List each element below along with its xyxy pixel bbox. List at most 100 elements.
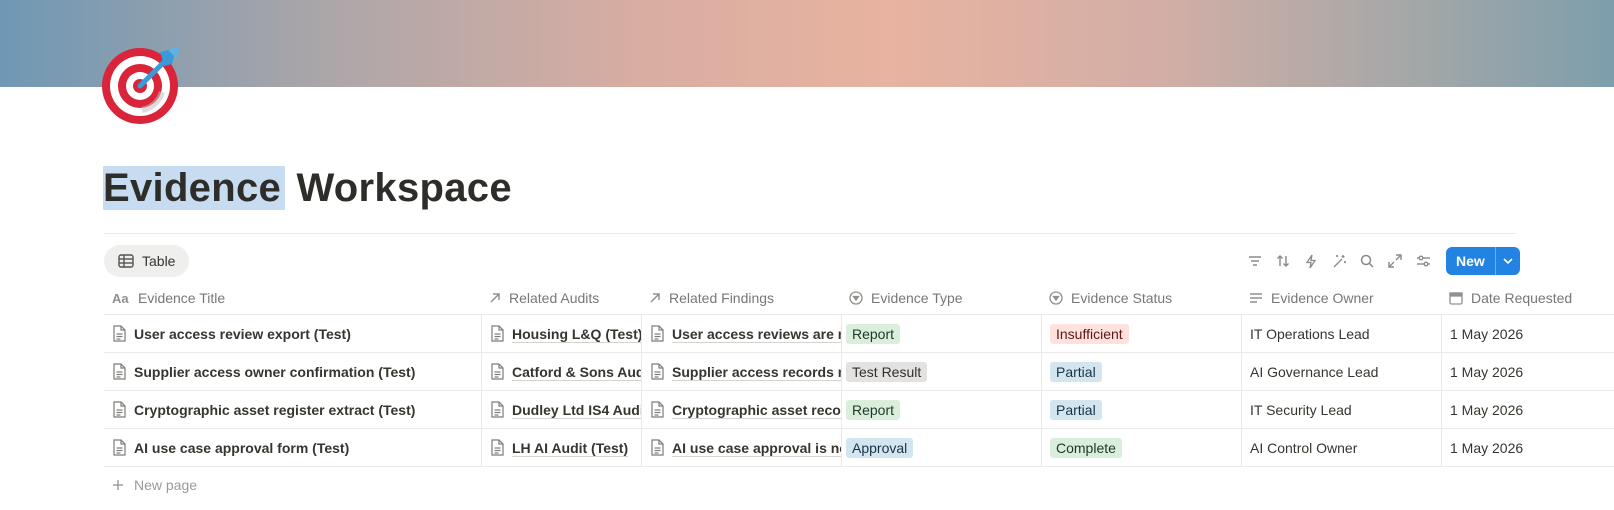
- evidence-title[interactable]: Cryptographic asset register extract (Te…: [134, 402, 415, 418]
- automation-icon[interactable]: [1301, 246, 1321, 276]
- settings-icon[interactable]: [1413, 246, 1433, 276]
- date-requested-cell[interactable]: 1 May 2026: [1441, 391, 1614, 428]
- evidence-type-cell[interactable]: Approval: [841, 429, 1041, 466]
- page-icon: [490, 439, 504, 456]
- table-row[interactable]: User access review export (Test) Housing …: [104, 315, 1614, 353]
- table-icon: [118, 254, 134, 268]
- related-finding-cell[interactable]: Cryptographic asset record: [641, 391, 841, 428]
- evidence-status-cell[interactable]: Insufficient: [1041, 315, 1241, 352]
- new-page-button[interactable]: New page: [104, 467, 1614, 503]
- evidence-status-cell[interactable]: Complete: [1041, 429, 1241, 466]
- evidence-status-tag: Partial: [1050, 399, 1102, 420]
- evidence-type-tag: Approval: [846, 437, 914, 458]
- date-requested-cell[interactable]: 1 May 2026: [1441, 429, 1614, 466]
- column-header-evidence-title[interactable]: Aa Evidence Title: [104, 282, 481, 314]
- evidence-title-cell[interactable]: AI use case approval form (Test): [104, 429, 481, 466]
- date-requested-cell[interactable]: 1 May 2026: [1441, 315, 1614, 352]
- related-audit-cell[interactable]: Housing L&Q (Test): [481, 315, 641, 352]
- page-icon: [650, 439, 664, 456]
- related-finding-cell[interactable]: AI use case approval is not: [641, 429, 841, 466]
- page-icon: [490, 363, 504, 380]
- page-icon: [650, 325, 664, 342]
- related-audit-cell[interactable]: LH AI Audit (Test): [481, 429, 641, 466]
- date-requested: 1 May 2026: [1450, 363, 1524, 380]
- date-requested: 1 May 2026: [1450, 401, 1524, 418]
- related-finding-cell[interactable]: User access reviews are not: [641, 315, 841, 352]
- page-icon: [650, 363, 664, 380]
- text-property-icon: Aa: [112, 292, 130, 304]
- target-icon[interactable]: [102, 44, 184, 126]
- new-button-label[interactable]: New: [1446, 247, 1495, 275]
- evidence-status-cell[interactable]: Partial: [1041, 391, 1241, 428]
- evidence-type-cell[interactable]: Report: [841, 315, 1041, 352]
- table-header-row: Aa Evidence Title Related Audits Related…: [104, 282, 1614, 315]
- tab-table-view[interactable]: Table: [104, 245, 190, 277]
- evidence-status-tag: Insufficient: [1050, 323, 1129, 344]
- new-button[interactable]: New: [1446, 247, 1520, 275]
- evidence-type-tag: Test Result: [846, 361, 928, 382]
- evidence-title-cell[interactable]: Cryptographic asset register extract (Te…: [104, 391, 481, 428]
- related-audit-cell[interactable]: Catford & Sons Audit: [481, 353, 641, 390]
- date-requested: 1 May 2026: [1450, 325, 1524, 342]
- column-header-evidence-type[interactable]: Evidence Type: [841, 282, 1041, 314]
- plus-icon: [112, 479, 124, 491]
- column-header-related-audits[interactable]: Related Audits: [481, 282, 641, 314]
- select-icon: [1049, 291, 1063, 305]
- database-table: Aa Evidence Title Related Audits Related…: [104, 282, 1614, 503]
- related-audit-link[interactable]: Catford & Sons Audit: [512, 364, 641, 380]
- column-header-related-findings[interactable]: Related Findings: [641, 282, 841, 314]
- evidence-type-cell[interactable]: Report: [841, 391, 1041, 428]
- date-requested-cell[interactable]: 1 May 2026: [1441, 353, 1614, 390]
- evidence-status-tag: Complete: [1050, 437, 1122, 458]
- evidence-owner-cell[interactable]: IT Security Lead: [1241, 391, 1441, 428]
- evidence-title[interactable]: Supplier access owner confirmation (Test…: [134, 364, 415, 380]
- related-audit-link[interactable]: Housing L&Q (Test): [512, 326, 641, 342]
- evidence-owner-cell[interactable]: AI Control Owner: [1241, 429, 1441, 466]
- evidence-title[interactable]: User access review export (Test): [134, 326, 351, 342]
- column-header-evidence-owner[interactable]: Evidence Owner: [1241, 282, 1441, 314]
- filter-icon[interactable]: [1245, 246, 1265, 276]
- page-icon: [112, 363, 126, 380]
- page-icon: [112, 439, 126, 456]
- evidence-owner: IT Operations Lead: [1250, 325, 1370, 342]
- search-icon[interactable]: [1357, 246, 1377, 276]
- related-finding-link[interactable]: AI use case approval is not: [672, 440, 841, 456]
- related-audit-cell[interactable]: Dudley Ltd IS4 Audit: [481, 391, 641, 428]
- related-audit-link[interactable]: Dudley Ltd IS4 Audit: [512, 402, 641, 418]
- related-finding-link[interactable]: User access reviews are not: [672, 326, 841, 342]
- related-audit-link[interactable]: LH AI Audit (Test): [512, 440, 628, 456]
- page-title-rest[interactable]: Workspace: [296, 166, 511, 210]
- evidence-owner-cell[interactable]: IT Operations Lead: [1241, 315, 1441, 352]
- evidence-owner-cell[interactable]: AI Governance Lead: [1241, 353, 1441, 390]
- ai-icon[interactable]: [1329, 246, 1349, 276]
- table-row[interactable]: Supplier access owner confirmation (Test…: [104, 353, 1614, 391]
- evidence-owner: AI Governance Lead: [1250, 363, 1379, 380]
- column-header-evidence-status[interactable]: Evidence Status: [1041, 282, 1241, 314]
- page-title[interactable]: Evidence Workspace: [103, 163, 512, 213]
- chevron-down-icon[interactable]: [1494, 247, 1520, 275]
- related-finding-cell[interactable]: Supplier access records re: [641, 353, 841, 390]
- expand-icon[interactable]: [1385, 246, 1405, 276]
- sort-icon[interactable]: [1273, 246, 1293, 276]
- evidence-title-cell[interactable]: Supplier access owner confirmation (Test…: [104, 353, 481, 390]
- evidence-type-tag: Report: [846, 323, 901, 344]
- divider: [104, 233, 1516, 234]
- related-finding-link[interactable]: Supplier access records re: [672, 364, 841, 380]
- page-icon: [112, 325, 126, 342]
- evidence-title-cell[interactable]: User access review export (Test): [104, 315, 481, 352]
- page-title-selected[interactable]: Evidence: [103, 166, 286, 210]
- text-lines-icon: [1249, 292, 1263, 304]
- evidence-owner: IT Security Lead: [1250, 401, 1352, 418]
- evidence-owner: AI Control Owner: [1250, 439, 1358, 456]
- page-icon: [490, 401, 504, 418]
- evidence-title[interactable]: AI use case approval form (Test): [134, 440, 349, 456]
- column-header-date-requested[interactable]: Date Requested: [1441, 282, 1614, 314]
- table-row[interactable]: Cryptographic asset register extract (Te…: [104, 391, 1614, 429]
- related-finding-link[interactable]: Cryptographic asset record: [672, 402, 841, 418]
- tab-table-label: Table: [142, 253, 176, 269]
- page-cover: [0, 0, 1614, 87]
- evidence-status-cell[interactable]: Partial: [1041, 353, 1241, 390]
- table-body: User access review export (Test) Housing …: [104, 315, 1614, 467]
- table-row[interactable]: AI use case approval form (Test) LH AI Au…: [104, 429, 1614, 467]
- evidence-type-cell[interactable]: Test Result: [841, 353, 1041, 390]
